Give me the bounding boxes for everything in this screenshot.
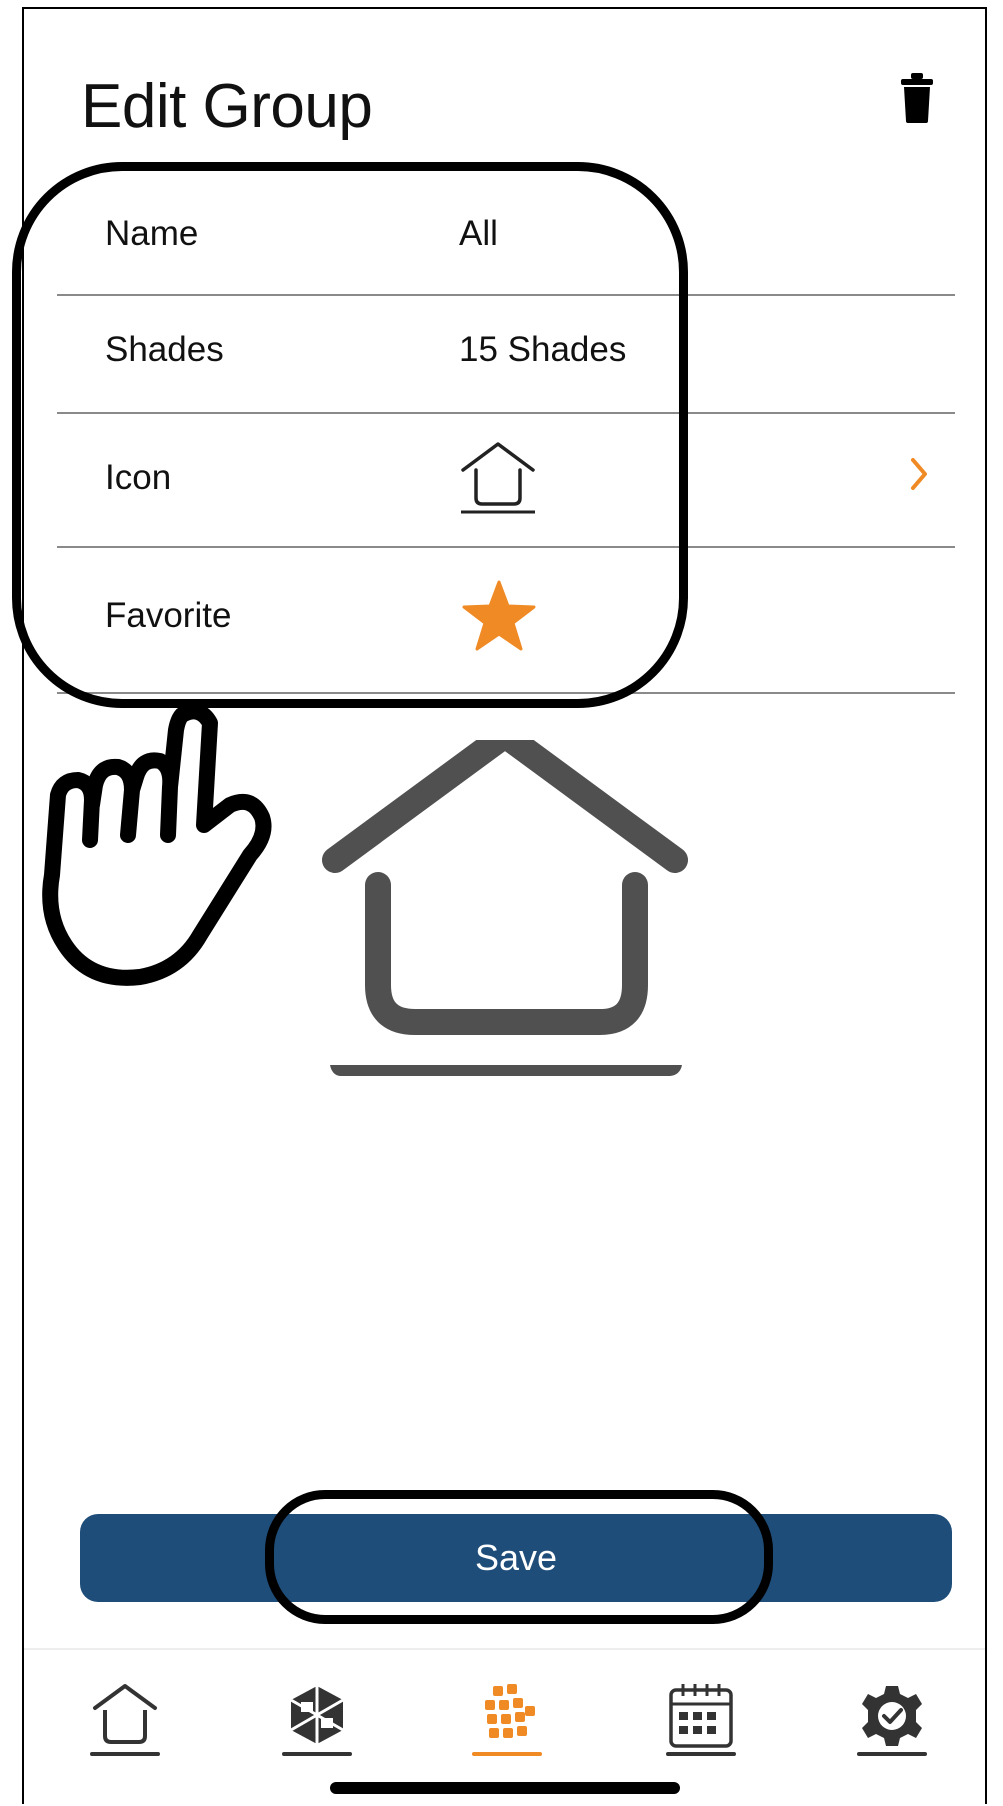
name-label: Name xyxy=(105,214,199,253)
tab-settings[interactable] xyxy=(852,1680,932,1760)
star-icon[interactable] xyxy=(462,580,536,652)
home-indicator xyxy=(330,1782,680,1794)
home-icon xyxy=(93,1684,157,1744)
groups-grid-icon xyxy=(485,1684,535,1738)
shades-row[interactable]: Shades 15 Shades xyxy=(57,296,955,414)
icon-row[interactable]: Icon xyxy=(57,414,955,548)
tab-schedules[interactable] xyxy=(661,1680,741,1760)
save-button[interactable]: Save xyxy=(80,1514,952,1602)
cube-icon xyxy=(290,1686,344,1744)
tab-groups[interactable] xyxy=(467,1680,547,1760)
icon-label: Icon xyxy=(105,458,172,497)
favorite-label: Favorite xyxy=(105,596,232,635)
pointing-hand-icon xyxy=(42,703,272,986)
settings-gear-icon xyxy=(862,1686,922,1746)
shades-label: Shades xyxy=(105,330,224,369)
chevron-right-icon[interactable] xyxy=(905,454,933,494)
tab-home[interactable] xyxy=(85,1680,165,1760)
house-icon xyxy=(322,740,688,1076)
favorite-row[interactable]: Favorite xyxy=(57,548,955,694)
name-value: All xyxy=(459,214,498,253)
name-row[interactable]: Name All xyxy=(57,180,955,296)
tab-rooms[interactable] xyxy=(277,1680,357,1760)
house-icon xyxy=(461,442,535,514)
calendar-icon xyxy=(669,1684,733,1748)
page-title: Edit Group xyxy=(81,72,373,141)
shades-value: 15 Shades xyxy=(459,330,627,369)
trash-icon[interactable] xyxy=(899,73,935,123)
